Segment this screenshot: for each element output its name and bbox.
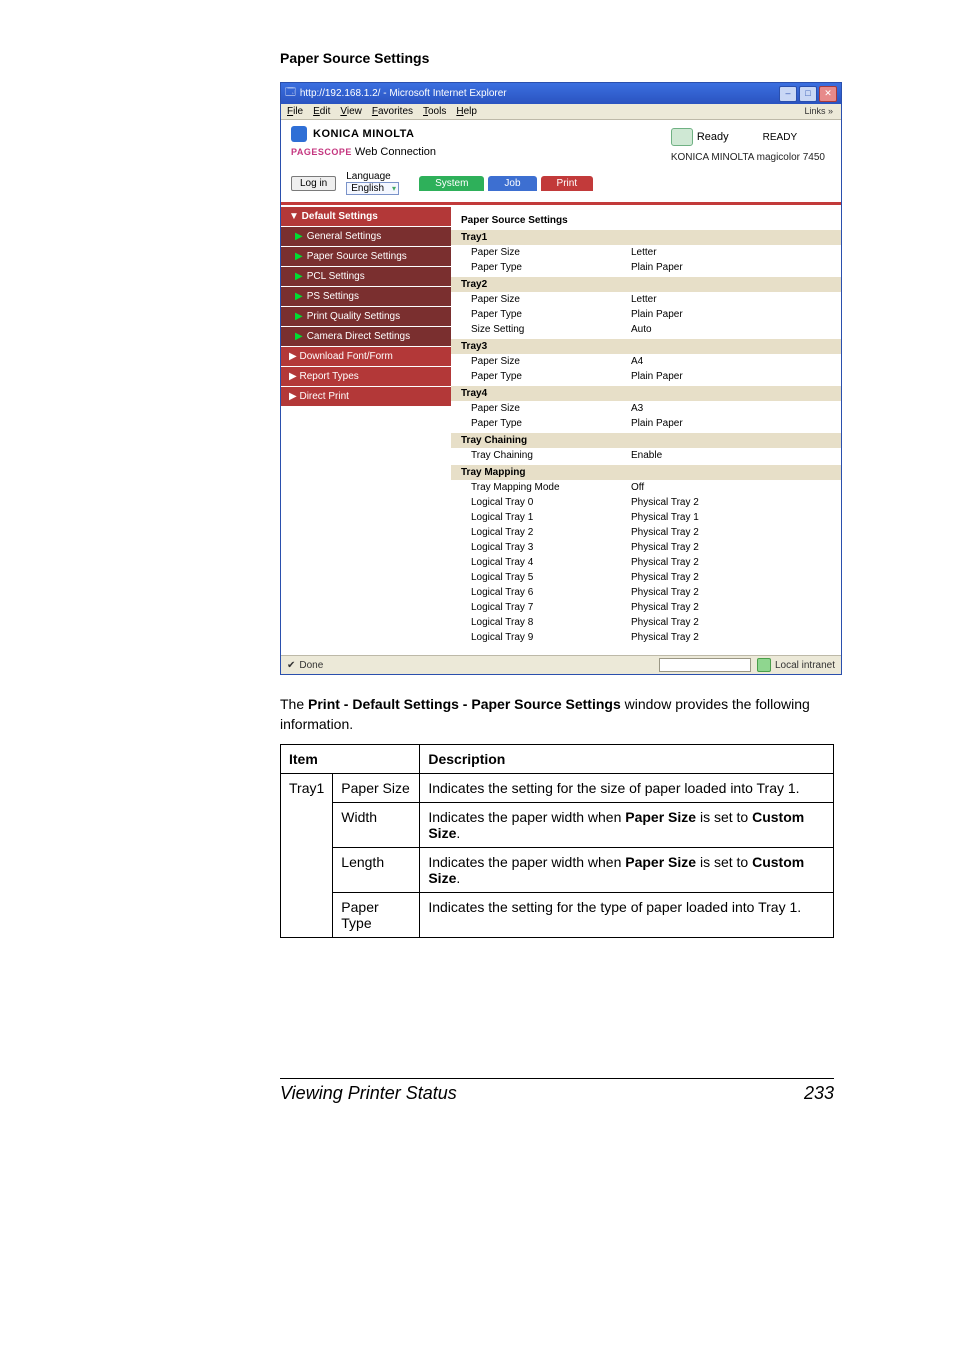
sidebar-item[interactable]: ▶ Direct Print	[281, 387, 451, 407]
cell-tray1: Tray1	[281, 774, 333, 938]
sidebar-item[interactable]: ▶General Settings	[281, 227, 451, 247]
data-row: Paper TypePlain Paper	[451, 260, 841, 275]
data-row: Size SettingAuto	[451, 322, 841, 337]
sidebar-item[interactable]: ▶PS Settings	[281, 287, 451, 307]
data-row: Tray ChainingEnable	[451, 448, 841, 463]
arrow-icon: ▶	[295, 331, 303, 342]
menu-favorites[interactable]: Favorites	[372, 106, 413, 117]
sidebar-item[interactable]: ▶Print Quality Settings	[281, 307, 451, 327]
ie-links[interactable]: Links »	[804, 106, 833, 117]
data-row: Tray Mapping ModeOff	[451, 480, 841, 495]
data-row: Logical Tray 5Physical Tray 2	[451, 570, 841, 585]
chevron-down-icon: ▾	[392, 184, 396, 193]
close-button[interactable]: ✕	[819, 86, 837, 102]
arrow-icon: ▶	[295, 251, 303, 262]
login-button[interactable]: Log in	[291, 176, 336, 191]
group-header: Tray1	[451, 230, 841, 245]
cell-desc: Indicates the paper width when Paper Siz…	[420, 848, 834, 893]
ie-icon: 🗔	[285, 85, 296, 102]
arrow-icon: ▶	[295, 271, 303, 282]
shield-icon	[757, 658, 771, 672]
ie-title: http://192.168.1.2/ - Microsoft Internet…	[300, 88, 507, 99]
ie-statusbar: ✔Done Local intranet	[281, 655, 841, 674]
cell-sub: Paper Size	[333, 774, 420, 803]
status-done: Done	[299, 660, 323, 671]
info-table: Item Description Tray1 Paper Size Indica…	[280, 744, 834, 938]
group-header: Tray Chaining	[451, 433, 841, 448]
menu-file[interactable]: File	[287, 106, 303, 117]
data-row: Paper SizeLetter	[451, 292, 841, 307]
data-row: Logical Tray 8Physical Tray 2	[451, 615, 841, 630]
sidebar-item[interactable]: ▶ Report Types	[281, 367, 451, 387]
data-row: Logical Tray 4Physical Tray 2	[451, 555, 841, 570]
data-row: Logical Tray 3Physical Tray 2	[451, 540, 841, 555]
ie-window: 🗔 http://192.168.1.2/ - Microsoft Intern…	[280, 82, 842, 675]
menu-help[interactable]: Help	[456, 106, 477, 117]
data-row: Paper SizeLetter	[451, 245, 841, 260]
main-title: Paper Source Settings	[451, 213, 841, 228]
cell-sub: Length	[333, 848, 420, 893]
data-row: Paper SizeA4	[451, 354, 841, 369]
brand-text: KONICA MINOLTA	[313, 128, 415, 140]
maximize-button[interactable]: □	[799, 86, 817, 102]
tab-system[interactable]: System	[419, 176, 484, 191]
sidebar-item[interactable]: ▶Camera Direct Settings	[281, 327, 451, 347]
group-header: Tray3	[451, 339, 841, 354]
language-select[interactable]: English▾	[346, 182, 399, 195]
th-item: Item	[281, 745, 420, 774]
data-row: Logical Tray 1Physical Tray 1	[451, 510, 841, 525]
menu-tools[interactable]: Tools	[423, 106, 446, 117]
minimize-button[interactable]: –	[779, 86, 797, 102]
brand-logo-icon	[291, 126, 307, 142]
language-label: Language	[346, 171, 399, 182]
arrow-icon: ▶	[295, 231, 303, 242]
data-row: Paper TypePlain Paper	[451, 416, 841, 431]
data-row: Logical Tray 2Physical Tray 2	[451, 525, 841, 540]
model-name: KONICA MINOLTA magicolor 7450	[671, 152, 831, 163]
sidebar: ▼ Default Settings▶General Settings▶Pape…	[281, 207, 451, 655]
group-header: Tray Mapping	[451, 465, 841, 480]
data-row: Paper SizeA3	[451, 401, 841, 416]
pagescope-logo: PAGESCOPE Web Connection	[291, 146, 436, 158]
footer-page: 233	[804, 1083, 834, 1104]
menu-edit[interactable]: Edit	[313, 106, 330, 117]
main-panel: Paper Source Settings Tray1Paper SizeLet…	[451, 207, 841, 655]
sidebar-item[interactable]: ▶Paper Source Settings	[281, 247, 451, 267]
data-row: Paper TypePlain Paper	[451, 369, 841, 384]
footer-title: Viewing Printer Status	[280, 1083, 457, 1104]
ie-titlebar: 🗔 http://192.168.1.2/ - Microsoft Intern…	[281, 83, 841, 104]
tab-job[interactable]: Job	[488, 176, 536, 191]
cell-sub: Width	[333, 803, 420, 848]
ie-menubar: File Edit View Favorites Tools Help Links »	[281, 104, 841, 120]
data-row: Logical Tray 6Physical Tray 2	[451, 585, 841, 600]
menu-view[interactable]: View	[340, 106, 362, 117]
group-header: Tray2	[451, 277, 841, 292]
arrow-icon: ▶	[295, 311, 303, 322]
printer-ready-icon	[671, 128, 693, 146]
brand: KONICA MINOLTA	[291, 126, 436, 142]
page-footer: Viewing Printer Status 233	[280, 1078, 834, 1104]
sidebar-item[interactable]: ▶ Download Font/Form	[281, 347, 451, 367]
tab-print[interactable]: Print	[541, 176, 594, 191]
arrow-icon: ▶	[295, 291, 303, 302]
group-header: Tray4	[451, 386, 841, 401]
data-row: Logical Tray 9Physical Tray 2	[451, 630, 841, 645]
cell-desc: Indicates the paper width when Paper Siz…	[420, 803, 834, 848]
sidebar-item[interactable]: ▶PCL Settings	[281, 267, 451, 287]
status-ready: Ready READY	[671, 128, 797, 146]
cell-sub: Paper Type	[333, 893, 420, 938]
data-row: Logical Tray 7Physical Tray 2	[451, 600, 841, 615]
cell-desc: Indicates the setting for the size of pa…	[420, 774, 834, 803]
data-row: Logical Tray 0Physical Tray 2	[451, 495, 841, 510]
status-progress	[659, 658, 751, 672]
th-description: Description	[420, 745, 834, 774]
data-row: Paper TypePlain Paper	[451, 307, 841, 322]
cell-desc: Indicates the setting for the type of pa…	[420, 893, 834, 938]
intro-paragraph: The Print - Default Settings - Paper Sou…	[280, 695, 834, 734]
section-heading: Paper Source Settings	[280, 50, 834, 66]
status-zone: Local intranet	[757, 658, 835, 672]
sidebar-item[interactable]: ▼ Default Settings	[281, 207, 451, 227]
